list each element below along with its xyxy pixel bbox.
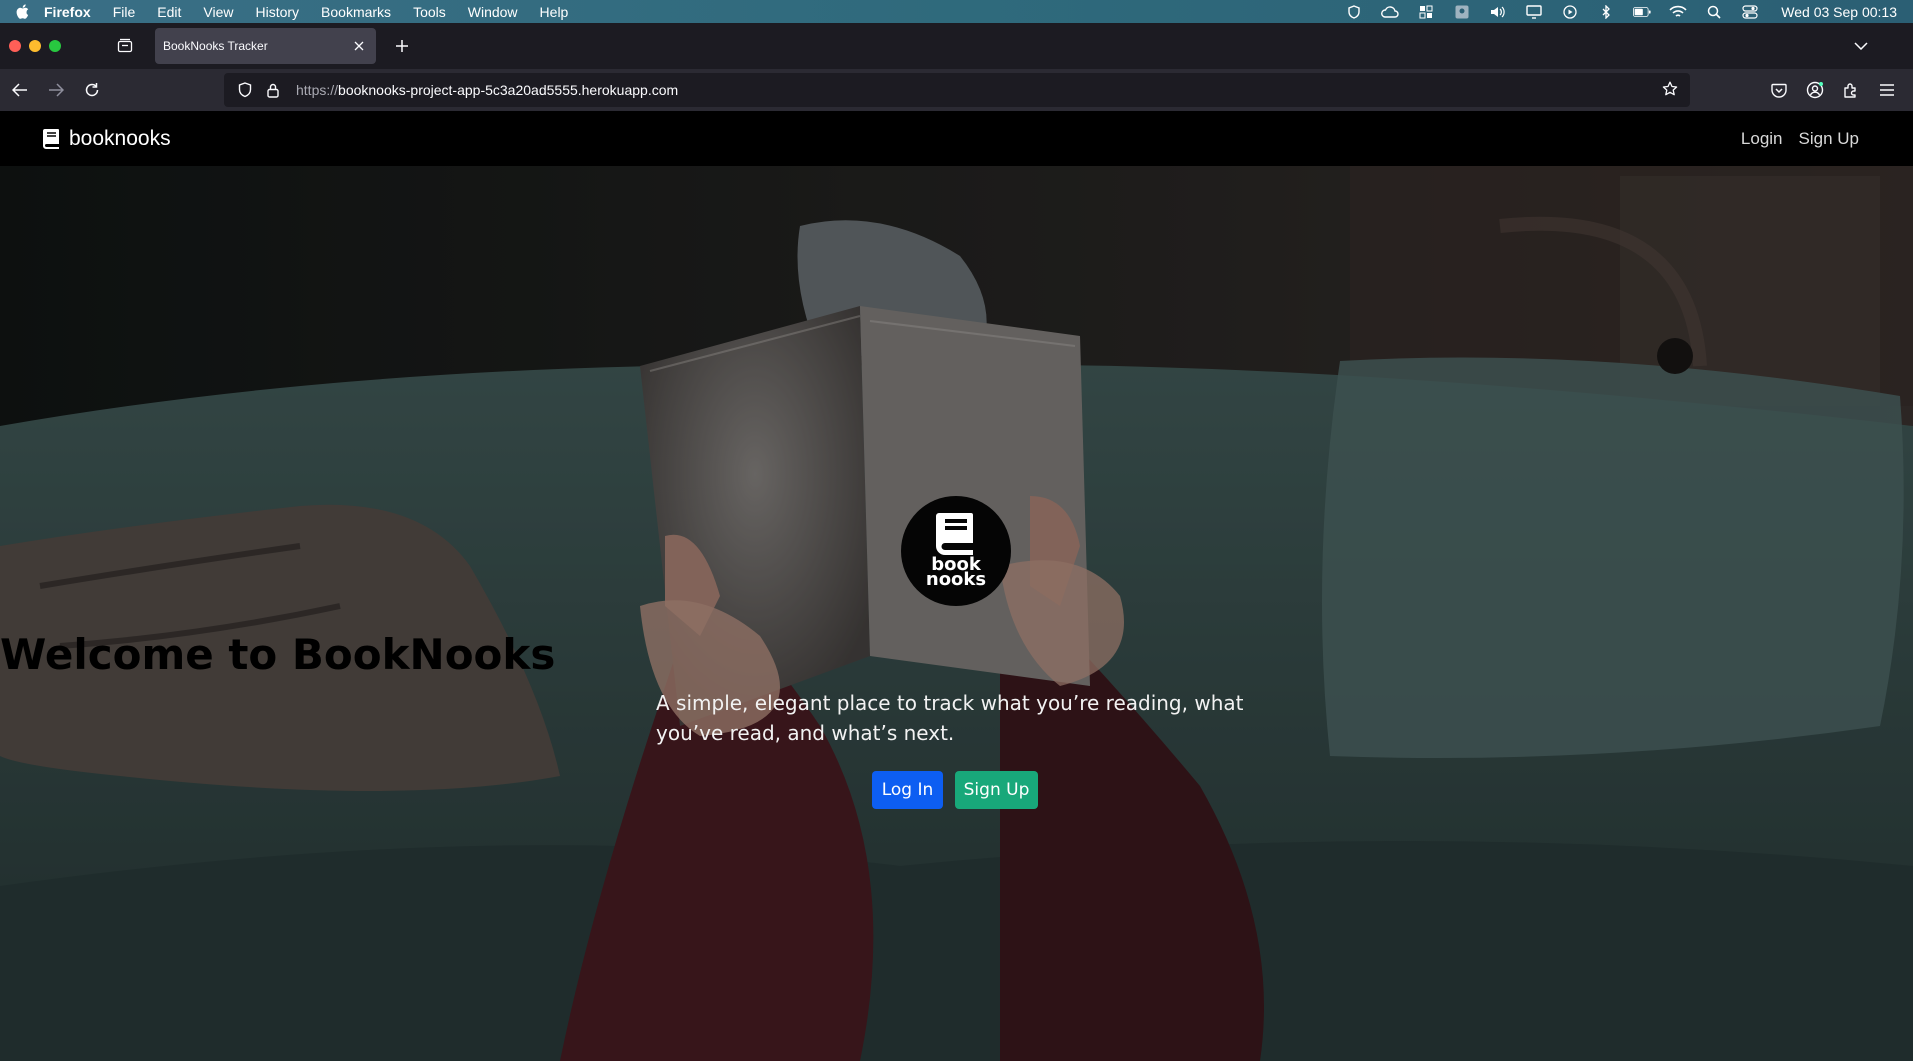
minimize-window-button[interactable]	[29, 40, 41, 52]
nav-login-link[interactable]: Login	[1741, 129, 1783, 149]
logo-text-line2: nooks	[925, 569, 987, 590]
wifi-icon[interactable]	[1669, 5, 1687, 19]
play-icon[interactable]	[1561, 4, 1579, 19]
volume-icon[interactable]	[1489, 5, 1507, 19]
url-bar[interactable]: https://booknooks-project-app-5c3a20ad55…	[224, 73, 1690, 107]
cloud-status-icon[interactable]	[1381, 5, 1399, 19]
browser-nav-bar: https://booknooks-project-app-5c3a20ad55…	[0, 69, 1913, 111]
tab-title: BookNooks Tracker	[163, 39, 268, 53]
new-tab-icon[interactable]	[388, 32, 416, 60]
shield-status-icon[interactable]	[1345, 4, 1363, 19]
tab-close-icon[interactable]	[350, 37, 368, 55]
book-icon	[43, 128, 60, 149]
extensions-puzzle-icon[interactable]	[1833, 74, 1869, 106]
macos-menu-bar: Firefox File Edit View History Bookmarks…	[0, 0, 1913, 23]
hero-signup-button[interactable]: Sign Up	[955, 771, 1038, 809]
booknooks-logo: book nooks	[901, 496, 1011, 606]
tab-list-icon[interactable]	[111, 32, 139, 60]
hero-dark-overlay	[0, 166, 1913, 1061]
menu-edit[interactable]: Edit	[157, 4, 181, 20]
hamburger-menu-icon[interactable]	[1869, 74, 1905, 106]
reload-icon[interactable]	[74, 74, 110, 106]
zoom-window-button[interactable]	[49, 40, 61, 52]
forward-arrow-icon[interactable]	[38, 74, 74, 106]
battery-icon[interactable]	[1633, 5, 1651, 19]
back-arrow-icon[interactable]	[2, 74, 38, 106]
hero-title: Welcome to BookNooks	[0, 630, 556, 679]
spotlight-search-icon[interactable]	[1705, 5, 1723, 19]
browser-tab-strip: BookNooks Tracker	[0, 23, 1913, 69]
person-status-icon[interactable]	[1453, 5, 1471, 19]
display-icon[interactable]	[1525, 4, 1543, 19]
lock-icon[interactable]	[262, 79, 284, 101]
menu-app-name[interactable]: Firefox	[44, 4, 91, 20]
web-page: booknooks Login Sign Up book nooks Welco…	[0, 111, 1913, 1061]
brand-name: booknooks	[69, 126, 171, 150]
bookmark-star-icon[interactable]	[1662, 81, 1678, 100]
list-all-tabs-chevron-icon[interactable]	[1849, 34, 1873, 58]
url-host: booknooks-project-app-5c3a20ad5555.herok…	[338, 82, 679, 98]
menu-view[interactable]: View	[203, 4, 233, 20]
close-window-button[interactable]	[9, 40, 21, 52]
bluetooth-icon[interactable]	[1597, 4, 1615, 19]
hero-section: book nooks Welcome to BookNooks A simple…	[0, 166, 1913, 1061]
menu-tools[interactable]: Tools	[413, 4, 446, 20]
grid-status-icon[interactable]	[1417, 5, 1435, 19]
menu-window[interactable]: Window	[468, 4, 518, 20]
menu-bookmarks[interactable]: Bookmarks	[321, 4, 391, 20]
control-center-icon[interactable]	[1741, 4, 1759, 19]
menu-history[interactable]: History	[255, 4, 299, 20]
tab-booknooks[interactable]: BookNooks Tracker	[155, 28, 376, 64]
hero-login-button[interactable]: Log In	[872, 771, 943, 809]
menu-file[interactable]: File	[113, 4, 136, 20]
menu-help[interactable]: Help	[540, 4, 569, 20]
url-protocol: https://	[296, 82, 339, 98]
pocket-icon[interactable]	[1761, 74, 1797, 106]
brand-link[interactable]: booknooks	[43, 127, 171, 151]
logo-book-icon	[936, 513, 973, 555]
window-controls	[0, 40, 69, 52]
account-icon[interactable]	[1797, 74, 1833, 106]
tracking-protection-shield-icon[interactable]	[234, 79, 256, 101]
apple-menu-icon[interactable]	[0, 4, 44, 19]
nav-signup-link[interactable]: Sign Up	[1799, 129, 1859, 149]
menubar-clock[interactable]: Wed 03 Sep 00:13	[1781, 4, 1897, 20]
site-header: booknooks Login Sign Up	[0, 111, 1913, 166]
hero-subtitle: A simple, elegant place to track what yo…	[656, 691, 1244, 745]
url-text[interactable]: https://booknooks-project-app-5c3a20ad55…	[296, 82, 678, 98]
